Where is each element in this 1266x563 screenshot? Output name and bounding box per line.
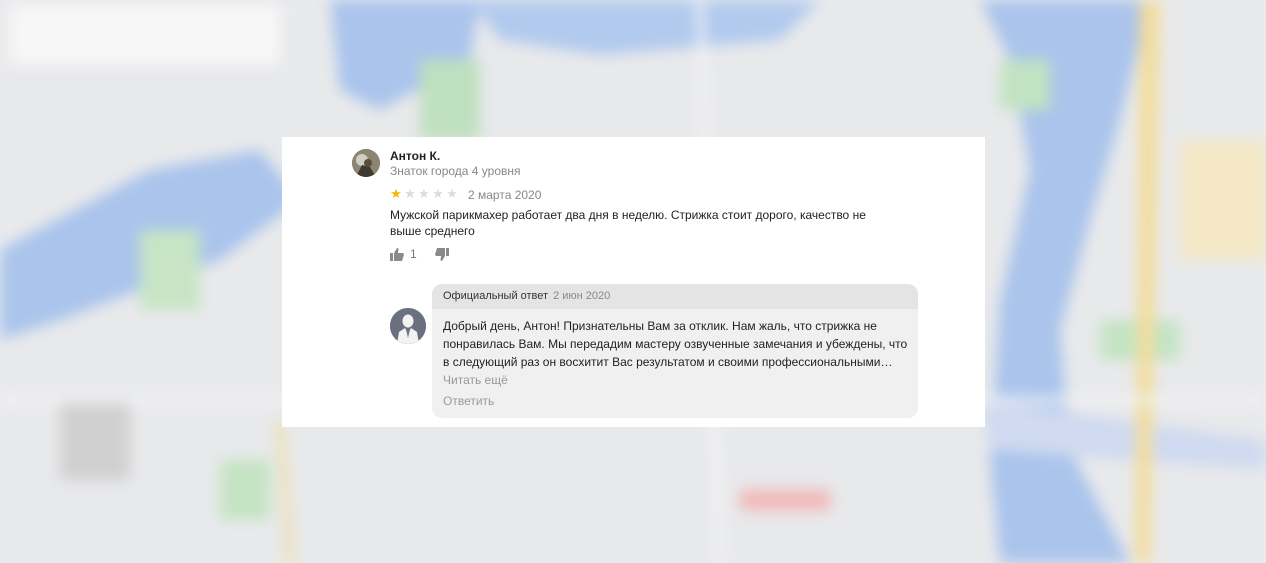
- review-text: Мужской парикмахер работает два дня в не…: [390, 208, 866, 238]
- author-avatar[interactable]: [352, 149, 380, 177]
- like-button[interactable]: 1: [390, 247, 417, 261]
- official-reply: Официальный ответ 2 июн 2020 Добрый день,…: [432, 284, 918, 418]
- reply-date: 2 июн 2020: [553, 290, 611, 302]
- star-filled-icon: ★: [390, 186, 402, 201]
- reply-body: Добрый день, Антон! Признательны Вам за …: [443, 319, 908, 369]
- star-empty-icon: ★: [432, 186, 444, 201]
- reply-label: Официальный ответ: [443, 290, 549, 302]
- star-empty-icon: ★: [404, 186, 416, 201]
- reply-text: Добрый день, Антон! Признательны Вам за …: [443, 317, 913, 389]
- thumbs-down-icon: [434, 247, 449, 261]
- review-date: 2 марта 2020: [468, 188, 542, 202]
- rating-stars: ★ ★ ★ ★ ★: [389, 187, 459, 201]
- author-level: Знаток города 4 уровня: [390, 164, 521, 178]
- review-card: Антон К. Знаток города 4 уровня ★ ★ ★ ★ ★ 2 …: [282, 137, 985, 427]
- star-empty-icon: ★: [446, 186, 458, 201]
- star-empty-icon: ★: [418, 186, 430, 201]
- read-more-link[interactable]: Читать ещё: [443, 373, 508, 387]
- author-name[interactable]: Антон К.: [390, 149, 440, 163]
- reply-button[interactable]: Ответить: [443, 394, 494, 408]
- company-avatar: [390, 308, 426, 344]
- reply-header: Официальный ответ 2 июн 2020: [432, 284, 918, 309]
- review-reactions: 1: [390, 247, 449, 261]
- dislike-button[interactable]: [434, 247, 449, 261]
- thumbs-up-icon: [390, 247, 404, 261]
- avatar-photo: [352, 149, 380, 177]
- person-silhouette-icon: [390, 308, 426, 344]
- like-count: 1: [410, 247, 417, 261]
